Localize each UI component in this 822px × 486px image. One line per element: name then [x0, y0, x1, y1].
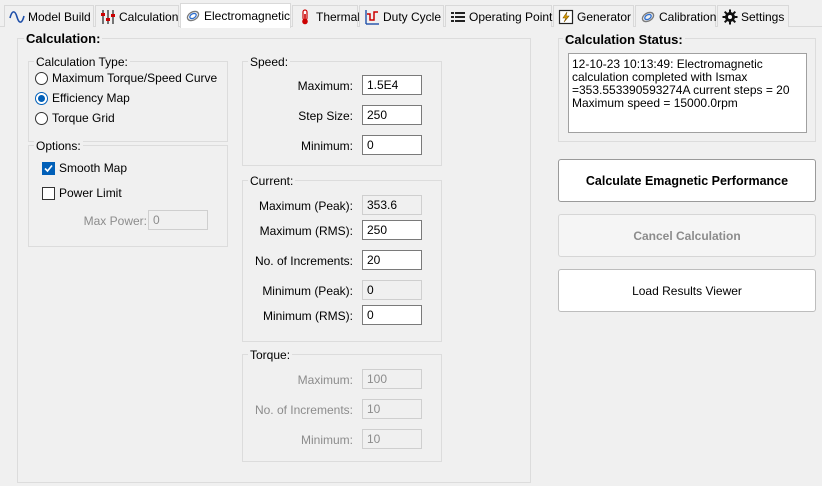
- tab-operating-point[interactable]: Operating Point: [445, 5, 552, 27]
- tab-label: Duty Cycle: [383, 9, 442, 24]
- torque-title: Torque:: [248, 348, 293, 362]
- max-power-label: Max Power:: [83, 214, 147, 228]
- radio-indicator[interactable]: [35, 111, 48, 125]
- max-power-input[interactable]: 0: [148, 210, 208, 230]
- checkbox-label: Power Limit: [59, 186, 122, 200]
- radio-label: Efficiency Map: [52, 91, 130, 105]
- calculation-status-group: Calculation Status: 12-10-23 10:13:49: E…: [558, 32, 816, 142]
- status-text-box[interactable]: 12-10-23 10:13:49: Electromagnetic calcu…: [568, 53, 807, 133]
- tab-label: Thermal: [316, 9, 361, 24]
- checkbox-indicator[interactable]: [42, 186, 55, 200]
- current-min-peak-label: Minimum (Peak):: [262, 284, 353, 298]
- torque-min-label: Minimum:: [300, 433, 353, 447]
- torque-max-input[interactable]: 100: [362, 369, 422, 389]
- tab-label: Operating Point: [469, 9, 553, 24]
- speed-max-input[interactable]: 1.5E4: [362, 75, 422, 95]
- calculation-type-title: Calculation Type:: [34, 55, 130, 69]
- current-max-peak-value: 353.6: [362, 195, 422, 215]
- checkbox-label: Smooth Map: [59, 161, 128, 175]
- current-max-rms-input[interactable]: 250: [362, 220, 422, 240]
- tab-generator[interactable]: Generator: [553, 5, 634, 27]
- radio-indicator[interactable]: [35, 91, 48, 105]
- radio-torque-grid[interactable]: Torque Grid: [35, 111, 115, 125]
- thermometer-icon: [297, 8, 313, 25]
- speed-group: Speed: Maximum: 1.5E4 Step Size: 250 Min…: [242, 55, 442, 166]
- speed-max-label: Maximum:: [297, 79, 353, 93]
- generator-icon: [558, 9, 574, 25]
- torque-min-input[interactable]: 10: [362, 429, 422, 449]
- speed-step-label: Step Size:: [298, 109, 353, 123]
- tab-label: Calibration: [659, 9, 717, 24]
- options-title: Options:: [34, 139, 83, 153]
- smooth-map-checkbox[interactable]: Smooth Map: [42, 161, 127, 175]
- tab-calibration[interactable]: Calibration: [635, 5, 716, 27]
- current-increments-input[interactable]: 20: [362, 250, 422, 270]
- current-max-peak-label: Maximum (Peak):: [258, 199, 353, 213]
- options-group: Options: Smooth Map Power Limit Max Powe…: [28, 139, 228, 247]
- radio-efficiency-map[interactable]: Efficiency Map: [35, 91, 130, 105]
- duty-cycle-icon: [364, 9, 380, 25]
- calculate-button[interactable]: Calculate Emagnetic Performance: [558, 159, 816, 202]
- calculation-type-group: Calculation Type: Maximum Torque/Speed C…: [28, 55, 228, 142]
- tab-calculation[interactable]: Calculation: [95, 5, 179, 27]
- tab-duty-cycle[interactable]: Duty Cycle: [359, 5, 444, 27]
- speed-title: Speed:: [248, 55, 291, 69]
- cancel-calculation-button[interactable]: Cancel Calculation: [558, 214, 816, 257]
- current-min-rms-input[interactable]: 0: [362, 305, 422, 325]
- speed-min-label: Minimum:: [300, 139, 353, 153]
- checkbox-indicator[interactable]: [42, 161, 55, 175]
- tab-thermal[interactable]: Thermal: [292, 5, 361, 27]
- checkmark-icon: [44, 164, 53, 172]
- current-min-peak-value: 0: [362, 280, 422, 300]
- electromagnetic-panel: Calculation: Calculation Type: Maximum T…: [0, 27, 822, 486]
- tab-label: Generator: [577, 9, 632, 24]
- speed-step-input[interactable]: 250: [362, 105, 422, 125]
- calculation-group: Calculation: Calculation Type: Maximum T…: [17, 31, 531, 483]
- power-limit-checkbox[interactable]: Power Limit: [42, 186, 122, 200]
- radio-label: Maximum Torque/Speed Curve: [52, 71, 218, 85]
- current-increments-label: No. of Increments:: [254, 254, 353, 268]
- tab-electromagnetic[interactable]: Electromagnetic: [180, 3, 291, 28]
- calculation-status-title: Calculation Status:: [563, 32, 685, 47]
- tab-model-build[interactable]: Model Build: [4, 5, 94, 27]
- torque-increments-input[interactable]: 10: [362, 399, 422, 419]
- current-title: Current:: [248, 174, 296, 188]
- calibration-icon: [640, 9, 656, 25]
- sliders-icon: [100, 9, 116, 25]
- tab-bar: Model Build Calculation Electromagnetic: [0, 0, 822, 28]
- speed-min-input[interactable]: 0: [362, 135, 422, 155]
- radio-max-torque-speed[interactable]: Maximum Torque/Speed Curve: [35, 71, 217, 85]
- load-results-viewer-button[interactable]: Load Results Viewer: [558, 269, 816, 312]
- current-group: Current: Maximum (Peak): 353.6 Maximum (…: [242, 174, 442, 342]
- coil-icon: [185, 8, 201, 24]
- tab-label: Calculation: [119, 9, 179, 24]
- current-min-rms-label: Minimum (RMS):: [263, 309, 353, 323]
- tab-label: Electromagnetic: [204, 9, 291, 23]
- gear-icon: [722, 9, 738, 25]
- sine-wave-icon: [9, 9, 25, 25]
- torque-max-label: Maximum:: [297, 373, 353, 387]
- tab-settings[interactable]: Settings: [717, 5, 789, 27]
- radio-label: Torque Grid: [52, 111, 115, 125]
- torque-increments-label: No. of Increments:: [254, 403, 353, 417]
- tab-label: Model Build: [28, 9, 91, 24]
- calculation-group-title: Calculation:: [24, 31, 103, 46]
- current-max-rms-label: Maximum (RMS):: [259, 224, 353, 238]
- torque-group: Torque: Maximum: 100 No. of Increments: …: [242, 348, 442, 462]
- list-icon: [450, 9, 466, 25]
- tab-label: Settings: [741, 9, 785, 24]
- radio-indicator[interactable]: [35, 71, 48, 85]
